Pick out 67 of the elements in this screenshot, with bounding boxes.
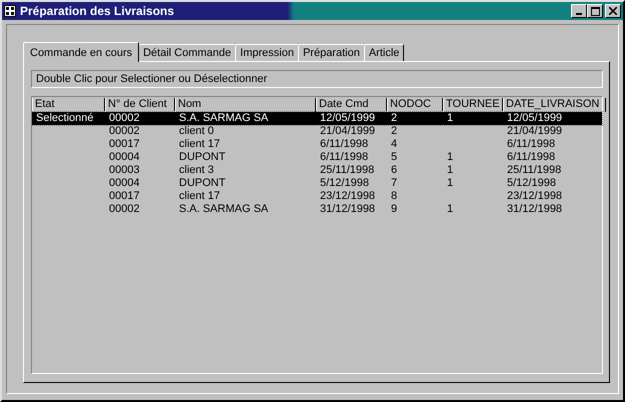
list-cell-text: 00003 [108, 164, 141, 177]
list-cell-text: 25/11/1998 [319, 164, 376, 177]
list-cell-text: 1 [446, 164, 454, 177]
list-cell-text: S.A. SARMAG SA [178, 203, 270, 216]
minimize-button[interactable] [571, 4, 587, 18]
list-cell-text: DUPONT [178, 177, 226, 190]
list-cell-text: client 17 [178, 190, 221, 203]
list-cell-text: client 0 [178, 125, 215, 138]
list-cell-text: 00004 [108, 177, 141, 190]
list-cell-text: 00002 [108, 203, 141, 216]
list-cell-text: 00017 [108, 138, 141, 151]
list-cell-text: 1 [446, 151, 454, 164]
list-cell-text: 5/12/1998 [506, 177, 557, 190]
list-cell-text: 21/04/1999 [506, 125, 564, 138]
list-cell-text: 00002 [108, 125, 141, 138]
list-cell-text: 12/05/1999 [506, 112, 564, 125]
list-cell-text: 1 [446, 203, 454, 216]
list-cell-text: 6/11/1998 [506, 151, 556, 164]
list-cell-text: 9 [390, 203, 398, 216]
list-cell-text: 2 [390, 112, 398, 125]
list-cell-text: 6/11/1998 [319, 138, 370, 151]
list-cell-text: client 17 [178, 138, 221, 151]
tab[interactable]: Impression [235, 44, 299, 61]
list-row[interactable]: 00003 client 3 25/11/1998 6 1 25/11/1998 [32, 164, 602, 177]
list-cell-text: 00002 [108, 112, 141, 125]
list-row[interactable]: 00017 client 17 23/12/1998 8 23/12/1998 [32, 190, 602, 203]
list-cell-text: 6/11/1998 [506, 138, 556, 151]
list-cell-text: 23/12/1998 [506, 190, 564, 203]
list-cell-text: client 3 [178, 164, 215, 177]
instruction-label: Double Clic pour Selectioner ou Déselectionner [31, 70, 603, 88]
list-row[interactable]: 00002 client 0 21/04/1999 2 21/04/1999 [32, 125, 602, 138]
list-cell-text: 6/11/1998 [319, 151, 370, 164]
list-cell-text: 25/11/1998 [506, 164, 562, 177]
list-cell-text: 00017 [108, 190, 141, 203]
list-row[interactable]: 00004 DUPONT 6/11/1998 5 1 6/11/1998 [32, 151, 602, 164]
list-cell-text: 21/04/1999 [319, 125, 376, 138]
list-cell-text: 00004 [108, 151, 141, 164]
list-cell-text: 5/12/1998 [319, 177, 370, 190]
list-cell-text: Selectionné [35, 112, 94, 125]
list-cell-text: 31/12/1998 [319, 203, 376, 216]
close-icon [609, 7, 617, 15]
window-title: Préparation des Livraisons [20, 4, 174, 18]
list-cell-text: 12/05/1999 [319, 112, 376, 125]
list-cell-text: 5 [390, 151, 398, 164]
list-row[interactable]: 00017 client 17 6/11/1998 4 6/11/1998 [32, 138, 602, 151]
list-cell-text: 2 [390, 125, 398, 138]
list-box[interactable] [31, 96, 603, 374]
list-cell-text: 8 [390, 190, 398, 203]
tab[interactable]: Commande en cours [23, 42, 140, 62]
list-cell-text: 7 [390, 177, 398, 190]
form-icon [4, 5, 16, 17]
list-row[interactable]: 00004 DUPONT 5/12/1998 7 1 5/12/1998 [32, 177, 602, 190]
close-button[interactable] [605, 4, 621, 18]
list-row[interactable]: Selectionné 00002 S.A. SARMAG SA 12/05/1999 2 1 12/05/1999 [32, 112, 602, 125]
list-cell-text: 6 [390, 164, 398, 177]
list-cell-text: S.A. SARMAG SA [178, 112, 270, 125]
list-row[interactable]: 00002 S.A. SARMAG SA 31/12/1998 9 1 31/12/1998 [32, 203, 602, 216]
tab[interactable]: Article [364, 44, 404, 61]
maximize-button[interactable] [587, 4, 603, 18]
tab[interactable]: Préparation [298, 44, 365, 61]
list-cell-text: 23/12/1998 [319, 190, 376, 203]
list-cell-text: 1 [446, 177, 454, 190]
list-cell-text: 4 [390, 138, 398, 151]
list-cell-text: 31/12/1998 [506, 203, 564, 216]
list-cell-text: DUPONT [178, 151, 226, 164]
maximize-icon [590, 6, 600, 16]
list-cell-text: 1 [446, 112, 454, 125]
